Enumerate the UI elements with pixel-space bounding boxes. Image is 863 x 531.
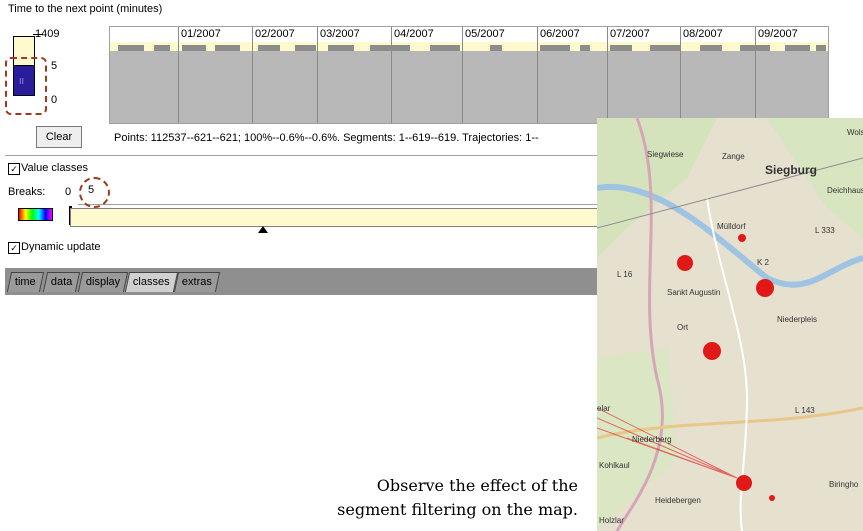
timeline-panel[interactable]: 01/2007 02/2007 03/2007 04/2007 05/2007 06/20… [109,26,829,124]
timeline-segment [182,45,206,51]
class-slider-bar[interactable] [70,208,600,227]
tab-time[interactable]: time [6,272,44,292]
map-label-siegwiese: Siegwiese [647,150,684,159]
timeline-segment [785,45,810,51]
legend-min-label: 0 [51,94,58,106]
timeline-month-label: 03/2007 [320,28,360,40]
timeline-month-label: 09/2007 [758,28,798,40]
timeline-segment [740,45,770,51]
timeline-segment [650,45,680,51]
timeline-segment [490,45,502,51]
timeline-month-8[interactable]: 08/2007 [680,27,723,123]
timeline-caption: Time to the next point (minutes) [8,3,163,15]
timeline-month-7[interactable]: 07/2007 [607,27,650,123]
timeline-month-label: 05/2007 [465,28,505,40]
breaks-label: Breaks: [8,186,46,198]
map-label-elar: elar [597,404,611,413]
dynamic-update-checkbox[interactable]: ✓ [8,242,20,254]
timeline-segment [700,45,722,51]
timeline-month-label: 06/2007 [540,28,580,40]
explanation-line-1: Observe the effect of the [376,476,578,495]
map-label-siegburg: Siegburg [765,163,818,177]
timeline-month-9[interactable]: 09/2007 [755,27,798,123]
timeline-segment [580,45,590,51]
map-label-niederpleis: Niederpleis [777,315,818,324]
timeline-month-label: 02/2007 [255,28,295,40]
explanation-text: Observe the effect of the segment filter… [158,474,578,522]
separator [5,155,600,156]
timeline-segment [540,45,570,51]
map-label-k2: K 2 [757,258,770,267]
breaks-field[interactable] [78,184,598,205]
timeline-month-label: 07/2007 [610,28,650,40]
map-label-l16: L 16 [617,270,633,279]
clear-button[interactable]: Clear [36,126,82,148]
map-label-sankt-augustin: Sankt Augustin [667,288,721,297]
tab-data[interactable]: data [42,272,81,292]
breaks-first-value: 0 [65,186,72,198]
dynamic-update-label: Dynamic update [21,241,101,253]
legend-highlight [5,57,47,115]
map-label-mulldorf: Mülldorf [717,222,746,231]
timeline-month-5[interactable]: 05/2007 [462,27,505,123]
explanation-line-2: segment filtering on the map. [337,500,578,519]
timeline-month-label: 04/2007 [394,28,434,40]
value-classes-checkbox[interactable]: ✓ [8,163,20,175]
breaks-highlight [79,177,110,208]
timeline-segment [610,45,632,51]
map-label-deichhaus: Deichhaus [827,186,863,195]
filter-status: Points: 112537--621--621; 100%--0.6%--0.… [114,132,539,144]
timeline-month-3[interactable]: 03/2007 [317,27,360,123]
timeline-segment [295,45,316,51]
timeline-segment [430,45,460,51]
map-label-wols: Wols [847,128,863,137]
map-label-l333: L 333 [815,226,835,235]
timeline-segment [118,45,144,51]
value-classes-label: Value classes [21,162,89,174]
timeline-month-2[interactable]: 02/2007 [252,27,295,123]
timeline-month-label: 08/2007 [683,28,723,40]
legend-mid-label: 5 [51,60,58,72]
map-graphic [597,118,863,531]
tab-classes[interactable]: classes [124,272,178,292]
color-scale-button[interactable] [18,208,53,221]
timeline-month-1[interactable]: 01/2007 [178,27,221,123]
timeline-month-6[interactable]: 06/2007 [537,27,580,123]
slider-marker-icon[interactable] [258,226,268,233]
timeline-month-label: 01/2007 [181,28,221,40]
map-label-biringho: Biringho [829,480,859,489]
timeline-month-4[interactable]: 04/2007 [391,27,434,123]
map-label-niederberg: Niederberg [632,435,672,444]
timeline-segment [816,45,826,51]
timeline-segment [328,45,354,51]
map-label-kohlkaul: Kohlkaul [599,461,630,470]
legend-max-label: 1409 [35,28,60,40]
map-label-ort: Ort [677,323,689,332]
tab-display[interactable]: display [77,272,129,292]
timeline-segment [258,45,280,51]
tab-bar: time data display classes extras [5,268,600,295]
timeline-segment [370,45,410,51]
map-label-zange: Zange [722,152,745,161]
timeline-segment [154,45,170,51]
map-view[interactable]: Wols Zange Siegburg Deichhaus Mülldorf S… [597,118,863,531]
map-label-l143: L 143 [795,406,815,415]
map-label-holzlar: Holzlar [599,516,624,525]
map-label-heidebergen: Heidebergen [655,496,701,505]
tab-extras[interactable]: extras [173,272,221,292]
timeline-segment [215,45,240,51]
